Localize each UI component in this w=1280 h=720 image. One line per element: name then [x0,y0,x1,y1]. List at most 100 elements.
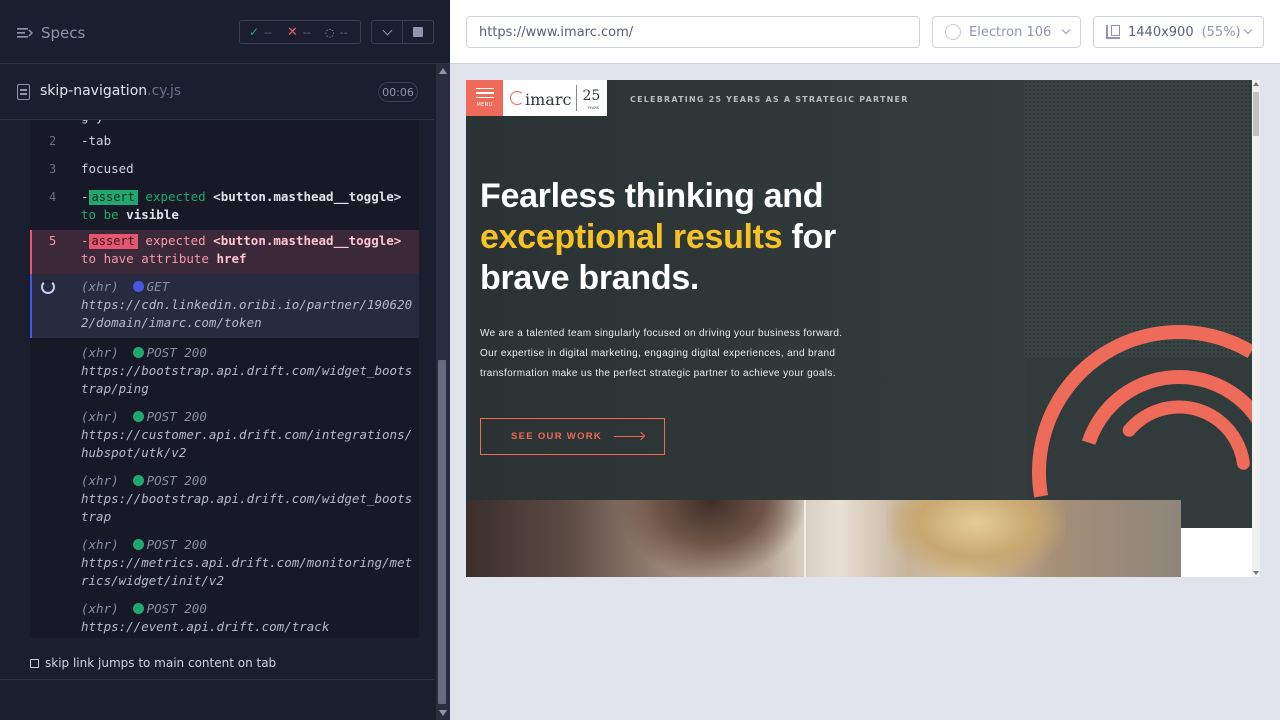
failed-stat: ✕ -- [278,25,316,40]
xhr-status: 200 [184,473,207,488]
expected-word: expected [145,189,206,204]
viewport-icon [1106,25,1120,39]
aut-scrollbar[interactable] [1252,80,1260,577]
status-dot-icon [132,347,144,358]
xhr-body: (xhr) POST 200 https://bootstrap.api.drif… [81,344,413,398]
xhr-method: POST [146,601,177,616]
check-icon: ✓ [249,25,260,39]
x-icon: ✕ [287,24,298,40]
chevron-down-icon [1243,25,1252,35]
xhr-row[interactable]: (xhr) POST 200 https://event.api.drift.co… [30,600,419,638]
scroll-down-arrow-icon[interactable] [439,710,447,716]
scrollbar-thumb[interactable] [1253,92,1259,136]
hero-paragraph: We are a talented team singularly focuse… [480,328,843,379]
xhr-row[interactable]: (xhr) POST 200 https://customer.api.drift… [30,408,419,466]
command-number: 5 [49,234,57,248]
xhr-row-pending[interactable]: (xhr) GET https://cdn.linkedin.oribi.io/p… [30,274,419,338]
expand-collapse-button[interactable] [371,20,403,44]
assert-badge: assert [88,190,138,205]
spec-file-name[interactable]: skip-navigation.cy.js [40,83,181,99]
assert-row-passed[interactable]: 4 - assert expected <button.masthead__tog… [30,188,419,228]
logo-divider [576,85,578,111]
xhr-url: https://metrics.api.drift.com/monitoring… [81,555,413,588]
menu-toggle-button[interactable]: MENU [466,80,503,116]
assert-body: - assert expected <button.masthead__toggl… [81,233,402,266]
stop-icon [413,27,423,37]
viewport-selector[interactable]: 1440x900 (55%) [1093,16,1264,48]
electron-icon [945,24,961,40]
pending-count: -- [339,25,348,39]
arrow-right-icon [614,436,645,437]
browser-selector[interactable]: Electron 106 [932,16,1081,48]
xhr-body: (xhr) GET https://cdn.linkedin.oribi.io/p… [81,278,413,332]
status-dot-icon [132,281,144,292]
scroll-up-arrow-icon[interactable] [1253,82,1259,86]
assert-subject: <button.masthead__toggle> [213,233,402,248]
viewport-scale: (55%) [1201,24,1241,40]
xhr-url: https://bootstrap.api.drift.com/widget_b… [81,491,413,524]
xhr-status: 200 [184,409,207,424]
status-dot-icon [132,539,144,550]
xhr-url: https://customer.api.drift.com/integrati… [81,427,413,460]
status-dot-icon [132,411,144,422]
xhr-type: (xhr) [81,473,119,488]
stop-button[interactable] [402,20,434,44]
xhr-row[interactable]: (xhr) POST 200 https://bootstrap.api.drif… [30,472,419,530]
command-row[interactable]: 2 -tab [30,132,419,150]
assert-body: - assert expected <button.masthead__toggl… [81,189,402,222]
xhr-url: https://event.api.drift.com/track [81,619,330,634]
xhr-status: 200 [184,537,207,552]
aut-url-field[interactable]: https://www.imarc.com/ [466,16,920,48]
test-stats: ✓ -- ✕ -- ◌ -- [239,20,361,44]
chevron-down-icon [382,25,392,35]
reporter-panel: Specs ✓ -- ✕ -- ◌ -- skip-navigation.cy.… [0,0,450,720]
file-name-text: skip-navigation [40,83,148,99]
runner-toolbar: https://www.imarc.com/ Electron 106 1440… [450,0,1280,64]
assert-tail: to have attribute [81,251,209,266]
headline-line-1: Fearless thinking and [480,177,824,215]
pending-circle-icon: ◌ [325,25,335,39]
viewport-size: 1440x900 [1128,24,1194,40]
test-title: skip link jumps to main content on tab [45,656,277,670]
divider [0,679,434,680]
xhr-status: 200 [184,601,207,616]
specs-label: Specs [41,24,86,42]
assert-subject: <button.masthead__toggle> [213,189,402,204]
status-dot-icon [132,475,144,486]
scroll-up-arrow-icon[interactable] [439,68,447,74]
duration-badge: 00:06 [378,82,418,102]
xhr-body: (xhr) POST 200 https://event.api.drift.co… [81,600,413,636]
scrollbar-thumb[interactable] [438,360,446,704]
headline-highlight: exceptional results [480,218,783,256]
scroll-down-arrow-icon[interactable] [1253,571,1259,575]
xhr-method: POST [146,537,177,552]
xhr-row[interactable]: (xhr) POST 200 https://bootstrap.api.drif… [30,344,419,402]
test-title-row[interactable]: skip link jumps to main content on tab [30,656,276,670]
imarc-logo[interactable]: imarc 25 YEARS [503,80,607,116]
headline-line-3: brave brands. [480,259,700,297]
see-our-work-button[interactable]: SEE OUR WORK [480,418,665,455]
reporter-scrollbar[interactable] [436,64,450,720]
assert-value: visible [126,207,179,222]
white-panel [1181,528,1252,577]
runner-panel: https://www.imarc.com/ Electron 106 1440… [450,0,1280,720]
xhr-url: https://cdn.linkedin.oribi.io/partner/19… [81,297,413,330]
team-photo [466,500,1181,577]
logo-swirl-icon [510,91,524,105]
command-text: -tab [81,133,112,148]
xhr-method: POST [146,473,177,488]
command-row[interactable]: 3 focused [30,160,419,178]
assert-tail: to be [81,207,119,222]
xhr-row[interactable]: (xhr) POST 200 https://metrics.api.drift.… [30,536,419,594]
hamburger-icon [475,87,494,90]
assert-row-failed[interactable]: 5 - assert expected <button.masthead__tog… [30,230,419,274]
command-number: 3 [49,162,57,176]
reporter-header: Specs ✓ -- ✕ -- ◌ -- [0,0,450,64]
passed-stat: ✓ -- [240,25,278,39]
cta-label: SEE OUR WORK [511,431,603,442]
command-row-clipped: g y [30,120,419,126]
specs-list-icon [17,28,33,38]
command-text: focused [81,161,134,176]
xhr-method: POST [146,345,177,360]
specs-link[interactable]: Specs [17,24,85,42]
